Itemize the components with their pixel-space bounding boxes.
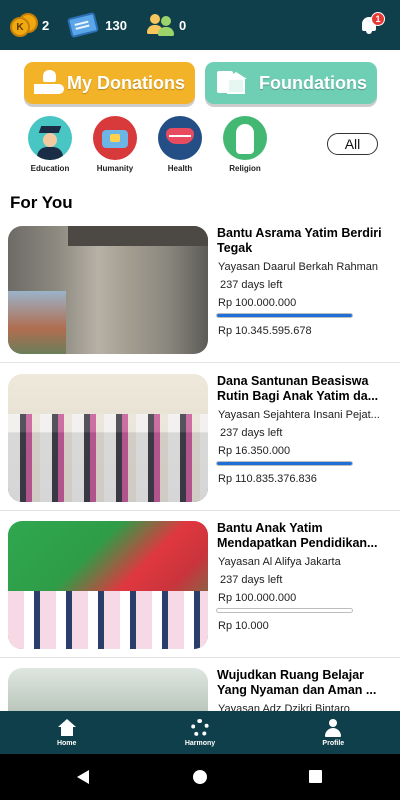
category-label: Health [167,164,193,173]
profile-icon [324,718,342,737]
nav-harmony[interactable]: Harmony [133,711,266,754]
my-donations-button[interactable]: My Donations [24,62,195,104]
campaign-days-left: 237 days left [220,427,283,439]
category-label: Humanity [96,164,134,173]
category-education[interactable]: Education [20,116,80,173]
campaign-days-left: 237 days left [220,574,283,586]
graduate-icon [28,116,72,160]
campaign-title: Bantu Asrama Yatim Berdiri Tegak [217,226,382,255]
campaign-organization: Yayasan Al Alifya Jakarta [218,556,341,568]
my-donations-label: My Donations [66,72,185,93]
heart-hand-icon [34,69,64,97]
category-label: Education [30,164,70,173]
system-nav-bar [0,754,400,800]
friends-stat[interactable]: 0 [146,13,187,37]
coins-stat[interactable]: K 2 [10,13,49,37]
coins-icon: K [10,13,38,37]
campaign-organization: Yayasan Sejahtera Insani Pejat... [218,409,380,421]
category-humanity[interactable]: Humanity [85,116,145,173]
campaign-days-left: 237 days left [220,279,283,291]
campaign-card[interactable]: Bantu Anak Yatim Mendapatkan Pendidikan.… [0,516,400,658]
campaign-raised: Rp 110.835.376.836 [218,473,317,485]
tickets-stat[interactable]: 130 [67,11,127,39]
bottom-nav: Home Harmony Profile [0,711,400,754]
notifications-button[interactable]: 1 [360,12,386,38]
campaign-photo [8,374,208,502]
home-icon [57,718,76,737]
praying-person-icon [223,116,267,160]
foundation-building-icon [215,69,247,97]
people-icon [146,13,175,37]
system-home-icon[interactable] [193,770,207,784]
campaign-progress-bar [216,313,353,318]
campaign-title: Dana Santunan Beasiswa Rutin Bagi Anak Y… [217,374,379,403]
campaign-title: Wujudkan Ruang Belajar Yang Nyaman dan A… [217,668,377,697]
campaign-progress-bar [216,461,353,466]
progress-fill [217,462,352,465]
all-categories-button[interactable]: All [327,133,378,155]
nav-home[interactable]: Home [0,711,133,754]
giving-hands-icon [93,116,137,160]
campaign-title: Bantu Anak Yatim Mendapatkan Pendidikan.… [217,521,378,550]
campaign-photo [8,226,208,354]
campaign-organization: Yayasan Adz Dzikri Bintaro [218,703,350,711]
campaign-target: Rp 100.000.000 [218,297,297,309]
ticket-icon [67,11,100,39]
top-bar: K 2 130 0 1 [0,0,400,50]
campaign-card[interactable]: Dana Santunan Beasiswa Rutin Bagi Anak Y… [0,369,400,511]
foundations-label: Foundations [259,72,367,93]
category-label: Religion [229,164,261,173]
campaign-photo [8,521,208,649]
tickets-count: 130 [105,17,127,33]
back-icon[interactable] [77,770,89,784]
campaign-raised: Rp 10.345.595.678 [218,325,312,337]
campaign-organization: Yayasan Daarul Berkah Rahman [218,261,378,273]
campaign-progress-bar [216,608,353,613]
progress-fill [217,314,352,317]
section-title: For You [10,193,73,212]
foundations-button[interactable]: Foundations [205,62,377,104]
category-health[interactable]: Health [150,116,210,173]
heart-pulse-icon [158,116,202,160]
nav-profile-label: Profile [322,739,345,747]
friends-count: 0 [178,17,187,33]
campaign-card[interactable]: Wujudkan Ruang Belajar Yang Nyaman dan A… [0,663,400,711]
campaign-raised: Rp 10.000 [218,620,269,632]
nav-home-label: Home [56,739,77,747]
campaign-target: Rp 16.350.000 [218,445,291,457]
nav-harmony-label: Harmony [184,739,216,747]
category-religion[interactable]: Religion [215,116,275,173]
campaign-photo [8,668,208,711]
nav-profile[interactable]: Profile [267,711,400,754]
notification-badge: 1 [371,12,385,26]
coins-count: 2 [42,17,50,33]
campaign-card[interactable]: Bantu Asrama Yatim Berdiri Tegak Yayasan… [0,221,400,363]
recents-icon[interactable] [309,770,322,783]
harmony-icon [190,718,209,737]
campaign-target: Rp 100.000.000 [218,592,297,604]
